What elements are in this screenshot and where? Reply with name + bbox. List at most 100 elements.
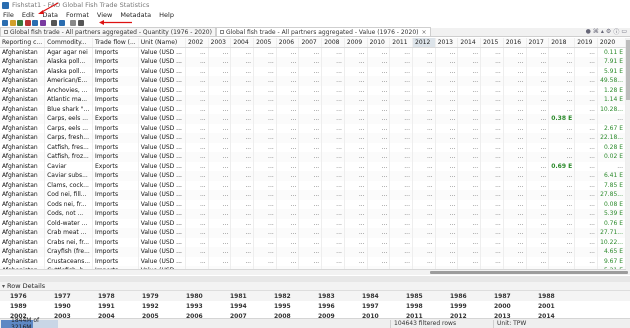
table-cell[interactable]: ...: [574, 199, 598, 209]
table-cell[interactable]: ...: [389, 57, 413, 67]
table-cell[interactable]: ...: [503, 256, 527, 266]
menu-file[interactable]: File: [3, 11, 14, 19]
table-cell[interactable]: ...: [230, 66, 255, 76]
table-cell[interactable]: ...: [321, 57, 345, 67]
table-cell[interactable]: ...: [253, 171, 277, 181]
table-cell[interactable]: ...: [548, 247, 576, 257]
table-cell[interactable]: ...: [185, 209, 209, 219]
table-cell[interactable]: ...: [480, 199, 504, 209]
table-cell[interactable]: ...: [503, 114, 527, 124]
table-cell[interactable]: ...: [230, 142, 255, 152]
year-column-header[interactable]: 2018: [548, 38, 576, 48]
table-cell[interactable]: ...: [298, 123, 323, 133]
table-cell[interactable]: ...: [344, 66, 368, 76]
menu-help[interactable]: Help: [159, 11, 174, 19]
table-cell[interactable]: ...: [548, 171, 576, 181]
table-cell[interactable]: Crabs nei, fr...: [44, 237, 94, 247]
table-cell[interactable]: ...: [480, 123, 504, 133]
tab-quantity[interactable]: Global fish trade - All partners aggrega…: [0, 27, 216, 36]
table-cell[interactable]: ...: [253, 256, 277, 266]
table-cell[interactable]: ...: [412, 171, 436, 181]
table-row[interactable]: Afghanistan Carps, eels ... Exports Value (…: [0, 114, 626, 124]
table-cell[interactable]: ...: [480, 142, 504, 152]
table-cell[interactable]: ...: [457, 152, 482, 162]
table-cell[interactable]: ...: [574, 228, 598, 238]
table-cell[interactable]: ...: [412, 133, 436, 143]
pin-icon[interactable]: ▴: [601, 28, 604, 35]
table-cell[interactable]: Afghanistan: [0, 209, 46, 219]
table-cell[interactable]: ...: [574, 256, 598, 266]
table-cell[interactable]: ...: [253, 161, 277, 171]
table-cell[interactable]: ...: [230, 76, 255, 86]
table-cell[interactable]: ...: [344, 47, 368, 57]
table-cell[interactable]: Imports: [92, 133, 139, 143]
table-cell[interactable]: ...: [457, 114, 482, 124]
link-icon[interactable]: ⌘: [593, 28, 599, 35]
table-cell[interactable]: ...: [574, 47, 598, 57]
table-cell[interactable]: ...: [389, 47, 413, 57]
table-cell[interactable]: Afghanistan: [0, 57, 46, 67]
table-cell[interactable]: ...: [435, 199, 459, 209]
table-cell[interactable]: American/E...: [44, 76, 94, 86]
table-cell[interactable]: ...: [321, 114, 345, 124]
table-cell[interactable]: ...: [503, 180, 527, 190]
table-cell[interactable]: ...: [503, 152, 527, 162]
table-cell[interactable]: ...: [276, 114, 300, 124]
table-cell[interactable]: ...: [457, 57, 482, 67]
table-cell[interactable]: ...: [480, 152, 504, 162]
table-cell[interactable]: ...: [503, 218, 527, 228]
table-cell[interactable]: ...: [367, 247, 391, 257]
table-cell[interactable]: ...: [276, 47, 300, 57]
table-cell[interactable]: ...: [208, 66, 232, 76]
table-cell[interactable]: ...: [208, 171, 232, 181]
table-cell[interactable]: ...: [548, 218, 576, 228]
table-cell[interactable]: ...: [389, 190, 413, 200]
table-cell[interactable]: ...: [208, 95, 232, 105]
table-cell[interactable]: ...: [548, 57, 576, 67]
table-cell[interactable]: ...: [276, 199, 300, 209]
table-cell[interactable]: ...: [480, 133, 504, 143]
filter-icon[interactable]: [24, 20, 31, 26]
table-cell[interactable]: Value (USD ...: [138, 104, 186, 114]
table-cell[interactable]: ...: [344, 104, 368, 114]
table-cell[interactable]: ...: [480, 114, 504, 124]
table-cell[interactable]: ...: [208, 180, 232, 190]
table-cell[interactable]: ...: [574, 161, 598, 171]
table-cell[interactable]: Value (USD ...: [138, 76, 186, 86]
table-cell[interactable]: ...: [230, 152, 255, 162]
table-cell[interactable]: ...: [412, 114, 436, 124]
table-cell[interactable]: ...: [276, 190, 300, 200]
table-cell[interactable]: ...: [503, 142, 527, 152]
table-cell[interactable]: ...: [526, 47, 550, 57]
table-cell[interactable]: ...: [185, 190, 209, 200]
year-column-header[interactable]: 2008: [321, 38, 345, 48]
table-cell[interactable]: ...: [548, 142, 576, 152]
table-cell[interactable]: Afghanistan: [0, 180, 46, 190]
table-cell[interactable]: ...: [435, 142, 459, 152]
table-cell[interactable]: ...: [435, 218, 459, 228]
table-cell[interactable]: ...: [389, 256, 413, 266]
table-row[interactable]: Afghanistan Cods nei, fr... Imports Value (…: [0, 199, 626, 209]
table-cell[interactable]: Imports: [92, 95, 139, 105]
table-cell[interactable]: ...: [435, 104, 459, 114]
table-cell[interactable]: ...: [253, 85, 277, 95]
table-cell[interactable]: ...: [321, 142, 345, 152]
year-column-header[interactable]: 2011: [389, 38, 413, 48]
table-cell[interactable]: 6.41 E: [597, 171, 626, 181]
table-cell[interactable]: ...: [412, 104, 436, 114]
tab-value[interactable]: Global fish trade - All partners aggrega…: [215, 27, 431, 36]
table-cell[interactable]: ...: [298, 66, 323, 76]
table-cell[interactable]: ...: [185, 152, 209, 162]
row-details-header[interactable]: ▾ Row Details: [0, 282, 630, 291]
table-row[interactable]: Afghanistan Crab meat ... Imports Value (US…: [0, 228, 626, 238]
table-cell[interactable]: Value (USD ...: [138, 171, 186, 181]
table-cell[interactable]: ...: [230, 199, 255, 209]
table-cell[interactable]: ...: [185, 256, 209, 266]
table-cell[interactable]: ...: [457, 256, 482, 266]
table-cell[interactable]: Value (USD ...: [138, 66, 186, 76]
column-header[interactable]: Commodity...: [44, 38, 94, 48]
table-cell[interactable]: ...: [321, 76, 345, 86]
table-cell[interactable]: Imports: [92, 228, 139, 238]
table-cell[interactable]: ...: [480, 171, 504, 181]
table-cell[interactable]: ...: [321, 152, 345, 162]
